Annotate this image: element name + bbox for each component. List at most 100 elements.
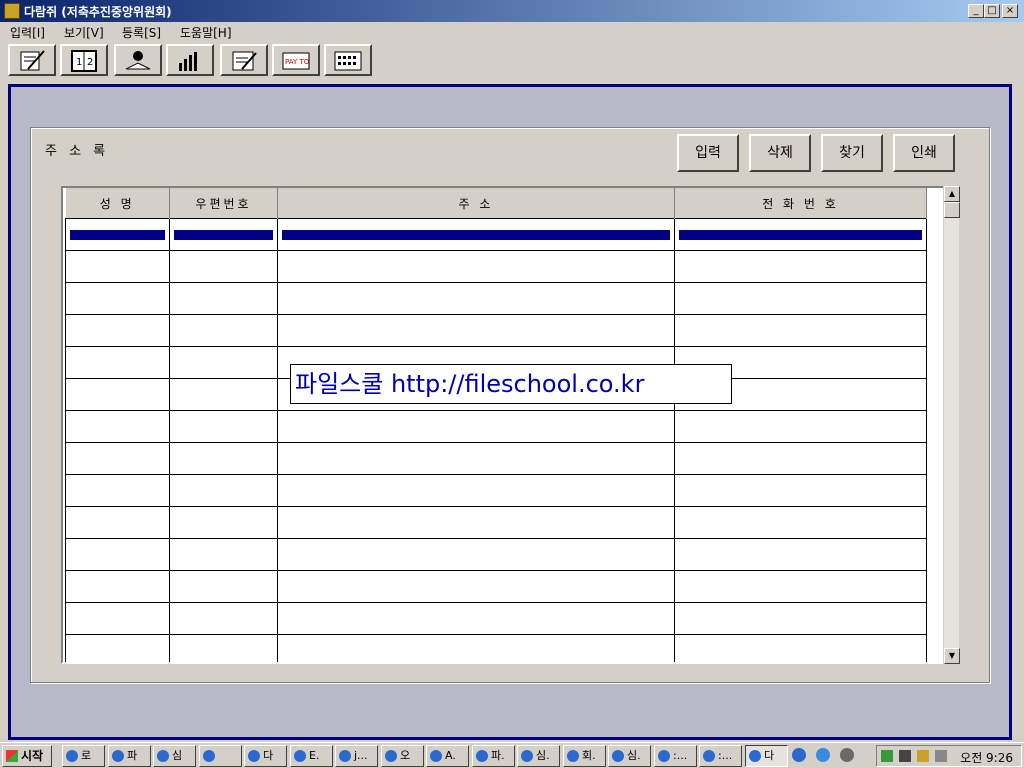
- table-row[interactable]: [65, 570, 927, 603]
- grid-cell[interactable]: [674, 410, 927, 443]
- taskbar-task-button[interactable]: 로: [62, 745, 105, 767]
- table-row[interactable]: [65, 282, 927, 315]
- find-button[interactable]: 찾기: [821, 134, 883, 172]
- grid-cell[interactable]: [169, 410, 278, 443]
- notepad-pencil-button[interactable]: [8, 44, 56, 76]
- grid-cell[interactable]: [277, 314, 675, 347]
- grid-cell[interactable]: [169, 570, 278, 603]
- taskbar-task-button[interactable]: :...: [654, 745, 697, 767]
- pay-to-button[interactable]: PAY TO: [272, 44, 320, 76]
- grid-cell[interactable]: [674, 474, 927, 507]
- table-row[interactable]: [65, 634, 927, 662]
- table-row[interactable]: [65, 538, 927, 571]
- grid-cell[interactable]: [65, 378, 170, 411]
- ie-icon[interactable]: [816, 748, 830, 762]
- table-row[interactable]: [65, 314, 927, 347]
- taskbar-task-button[interactable]: :...: [699, 745, 742, 767]
- grid-cell[interactable]: [65, 314, 170, 347]
- grid-cell[interactable]: [65, 474, 170, 507]
- grid-cell[interactable]: [674, 282, 927, 315]
- vertical-scrollbar[interactable]: ▲ ▼: [943, 186, 960, 664]
- column-header-phone[interactable]: 전 화 번 호: [674, 188, 927, 219]
- grid-cell[interactable]: [65, 410, 170, 443]
- grid-cell[interactable]: [169, 378, 278, 411]
- grid-cell[interactable]: [65, 346, 170, 379]
- taskbar-task-button[interactable]: 다: [745, 745, 788, 767]
- menu-help[interactable]: 도움말[H]: [180, 24, 232, 41]
- grid-cell[interactable]: [277, 410, 675, 443]
- grid-cell[interactable]: [277, 474, 675, 507]
- grid-cell[interactable]: [674, 506, 927, 539]
- grid-cell[interactable]: [674, 442, 927, 475]
- reader-book-button[interactable]: [114, 44, 162, 76]
- minimize-button[interactable]: _: [968, 4, 984, 18]
- table-row[interactable]: [65, 442, 927, 475]
- grid-cell[interactable]: [65, 506, 170, 539]
- menu-register[interactable]: 등록[S]: [122, 24, 161, 41]
- print-button[interactable]: 인쇄: [893, 134, 955, 172]
- grid-cell[interactable]: [674, 250, 927, 283]
- grid-cell[interactable]: [169, 218, 278, 251]
- taskbar-task-button[interactable]: 심.: [517, 745, 560, 767]
- taskbar-task-button[interactable]: 파.: [472, 745, 515, 767]
- taskbar-task-button[interactable]: 다: [244, 745, 287, 767]
- grid-cell[interactable]: [65, 602, 170, 635]
- grid-cell[interactable]: [169, 250, 278, 283]
- taskbar-task-button[interactable]: 오: [381, 745, 424, 767]
- grid-cell[interactable]: [65, 250, 170, 283]
- column-header-name[interactable]: 성 명: [65, 188, 170, 219]
- table-row[interactable]: [65, 250, 927, 283]
- table-row[interactable]: [65, 474, 927, 507]
- grid-cell[interactable]: [674, 218, 927, 251]
- taskbar-task-button[interactable]: 회.: [563, 745, 606, 767]
- grid-cell[interactable]: [65, 538, 170, 571]
- calculator-button[interactable]: [324, 44, 372, 76]
- maximize-button[interactable]: □: [984, 4, 1000, 18]
- grid-cell[interactable]: [169, 474, 278, 507]
- desktop-icon[interactable]: [792, 748, 806, 762]
- selected-row[interactable]: [65, 218, 927, 251]
- grid-cell[interactable]: [65, 634, 170, 662]
- book-numbers-button[interactable]: 12: [60, 44, 108, 76]
- address-grid[interactable]: 성 명 우편번호 주 소 전 화 번 호: [61, 186, 945, 664]
- grid-cell[interactable]: [65, 282, 170, 315]
- app-icon[interactable]: [4, 3, 20, 19]
- column-header-zipcode[interactable]: 우편번호: [169, 188, 278, 219]
- taskbar-task-button[interactable]: A.: [426, 745, 469, 767]
- grid-cell[interactable]: [277, 570, 675, 603]
- grid-cell[interactable]: [674, 602, 927, 635]
- grid-cell[interactable]: [65, 570, 170, 603]
- table-row[interactable]: [65, 410, 927, 443]
- taskbar-task-button[interactable]: 심.: [608, 745, 651, 767]
- grid-cell[interactable]: [277, 634, 675, 662]
- tray-app-icon[interactable]: [840, 748, 854, 762]
- grid-cell[interactable]: [169, 506, 278, 539]
- table-row[interactable]: [65, 506, 927, 539]
- grid-cell[interactable]: [277, 282, 675, 315]
- close-button[interactable]: ×: [1002, 4, 1018, 18]
- delete-button[interactable]: 삭제: [749, 134, 811, 172]
- grid-cell[interactable]: [277, 442, 675, 475]
- scroll-thumb[interactable]: [944, 202, 960, 218]
- grid-cell[interactable]: [169, 314, 278, 347]
- grid-cell[interactable]: [169, 602, 278, 635]
- menu-view[interactable]: 보기[V]: [64, 24, 104, 41]
- grid-cell[interactable]: [674, 538, 927, 571]
- grid-cell[interactable]: [277, 250, 675, 283]
- grid-cell[interactable]: [65, 218, 170, 251]
- start-button[interactable]: 시작: [2, 745, 52, 767]
- column-header-address[interactable]: 주 소: [277, 188, 675, 219]
- taskbar-task-button[interactable]: [199, 745, 242, 767]
- table-row[interactable]: [65, 602, 927, 635]
- network-icon[interactable]: [881, 750, 893, 762]
- taskbar-task-button[interactable]: 파: [108, 745, 151, 767]
- scroll-up-button[interactable]: ▲: [944, 186, 960, 202]
- grid-cell[interactable]: [169, 282, 278, 315]
- grid-cell[interactable]: [674, 634, 927, 662]
- grid-cell[interactable]: [277, 602, 675, 635]
- grid-cell[interactable]: [169, 442, 278, 475]
- grid-cell[interactable]: [277, 218, 675, 251]
- bar-chart-button[interactable]: [166, 44, 214, 76]
- grid-cell[interactable]: [169, 634, 278, 662]
- grid-cell[interactable]: [65, 442, 170, 475]
